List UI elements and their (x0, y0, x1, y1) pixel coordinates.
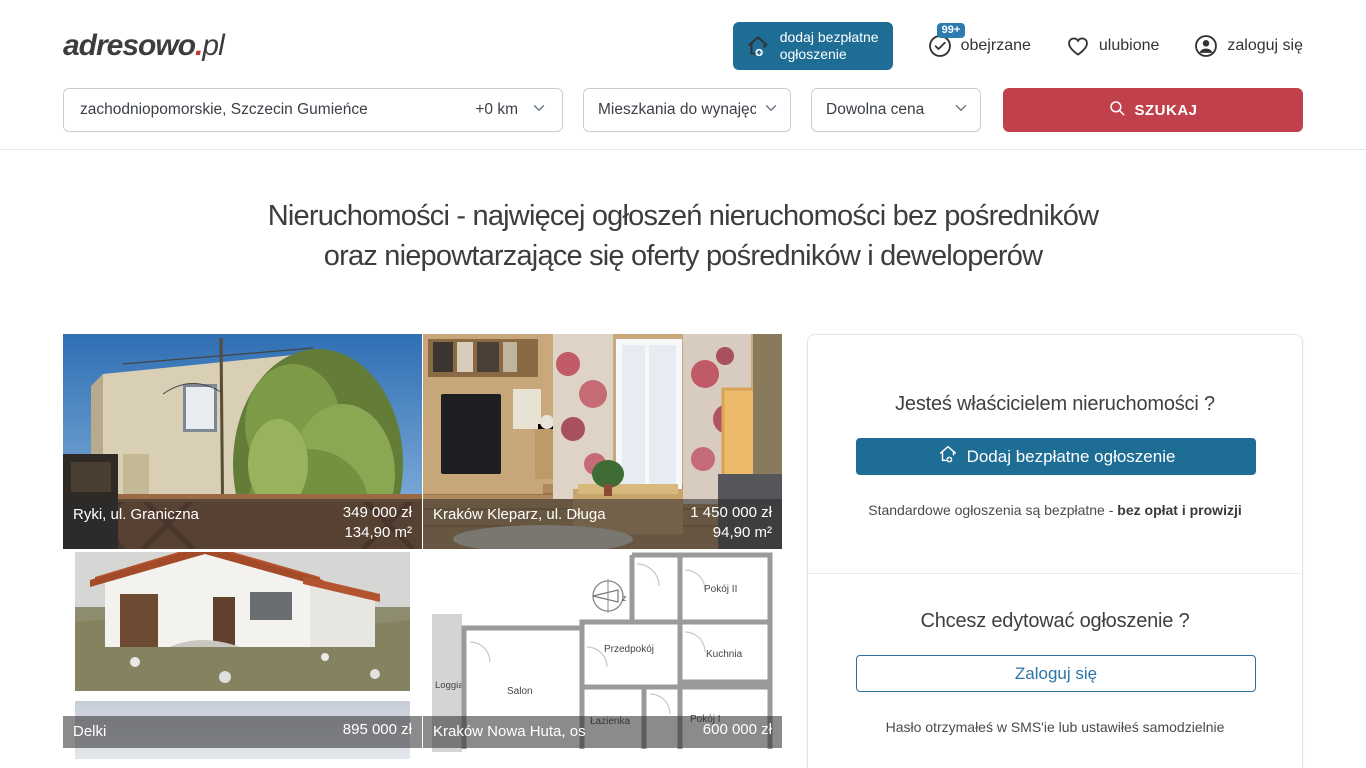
house-plus-icon (745, 33, 771, 59)
listing-overlay: Delki 895 000 zł (63, 716, 422, 748)
listings-grid: Ryki, ul. Graniczna 349 000 zł134,90 m² (63, 334, 782, 768)
nav-item-favorites[interactable]: ulubione (1065, 33, 1160, 59)
search-icon (1108, 99, 1126, 121)
edit-section: Chcesz edytować ogłoszenie ? Zaloguj się… (808, 574, 1302, 735)
listing-overlay: Ryki, ul. Graniczna 349 000 zł134,90 m² (63, 499, 422, 549)
room-label-pokoj2: Pokój II (704, 584, 737, 595)
page-title: Nieruchomości - najwięcej ogłoszeń nieru… (0, 196, 1366, 276)
price-value: Dowolna cena (826, 101, 924, 119)
add-free-listing-button[interactable]: Dodaj bezpłatne ogłoszenie (856, 438, 1256, 475)
listing-location: Kraków Kleparz, ul. Długa (433, 503, 606, 525)
search-button[interactable]: SZUKAJ (1003, 88, 1303, 132)
chevron-down-icon (762, 99, 780, 122)
listing-price: 895 000 zł (343, 720, 412, 740)
nav-item-viewed[interactable]: 99+ obejrzane (927, 33, 1031, 59)
photo-frame (63, 552, 422, 691)
check-circle-icon: 99+ (927, 33, 953, 59)
add-listing-button[interactable]: dodaj bezpłatneogłoszenie (733, 22, 893, 70)
nav-item-login[interactable]: zaloguj się (1193, 33, 1303, 59)
listing-location: Kraków Nowa Huta, os (433, 720, 586, 742)
edit-heading: Chcesz edytować ogłoszenie ? (856, 610, 1254, 633)
listing-tile[interactable] (63, 552, 422, 698)
chevron-down-icon (952, 99, 970, 122)
listing-tile[interactable]: Delki 895 000 zł (63, 701, 422, 768)
listing-tile[interactable]: Loggia (423, 552, 782, 759)
viewed-count-badge: 99+ (937, 23, 966, 38)
listing-price: 600 000 zł (703, 720, 772, 740)
viewed-label: obejrzane (961, 37, 1031, 55)
listing-location: Delki (73, 720, 106, 742)
login-button[interactable]: Zaloguj się (856, 655, 1256, 692)
price-select[interactable]: Dowolna cena (811, 88, 981, 132)
add-listing-label: dodaj bezpłatneogłoszenie (780, 29, 879, 63)
listing-photo-white-house (75, 552, 410, 691)
edit-note: Hasło otrzymałeś w SMS'ie lub ustawiłeś … (856, 719, 1254, 735)
owner-panel: Jesteś właścicielem nieruchomości ? Doda… (807, 334, 1303, 768)
header-nav: dodaj bezpłatneogłoszenie 99+ obejrzane … (733, 22, 1303, 70)
header-divider (0, 149, 1366, 150)
grid-column-right: Kraków Kleparz, ul. Długa 1 450 000 zł94… (423, 334, 782, 768)
house-plus-icon (937, 443, 959, 470)
login-label: zaloguj się (1227, 37, 1303, 55)
chevron-down-icon (530, 99, 548, 122)
property-type-value: Mieszkania do wynajęc (598, 101, 756, 119)
listing-tile[interactable]: Ryki, ul. Graniczna 349 000 zł134,90 m² (63, 334, 422, 549)
room-label-loggia: Loggia (435, 680, 464, 691)
owner-heading: Jesteś właścicielem nieruchomości ? (856, 393, 1254, 416)
listing-location: Ryki, ul. Graniczna (73, 503, 199, 525)
compass-label: z (622, 593, 627, 603)
listing-price: 349 000 zł (343, 503, 412, 523)
property-type-select[interactable]: Mieszkania do wynajęc (583, 88, 791, 132)
listing-overlay: Kraków Kleparz, ul. Długa 1 450 000 zł94… (423, 499, 782, 549)
listing-area: 94,90 m² (690, 523, 772, 543)
radius-value[interactable]: +0 km (475, 101, 518, 119)
main-content: Ryki, ul. Graniczna 349 000 zł134,90 m² (63, 334, 1303, 768)
header: adresowo.pl dodaj bezpłatneogłoszenie 99… (0, 0, 1366, 88)
listing-price: 1 450 000 zł (690, 503, 772, 523)
favorites-label: ulubione (1099, 37, 1160, 55)
listing-area: 134,90 m² (343, 523, 412, 543)
site-logo[interactable]: adresowo.pl (63, 29, 224, 63)
owner-section: Jesteś właścicielem nieruchomości ? Doda… (808, 335, 1302, 518)
user-circle-icon (1193, 33, 1219, 59)
room-label-przedpokoj: Przedpokój (604, 644, 654, 655)
room-label-kuchnia: Kuchnia (706, 649, 743, 660)
room-label-salon: Salon (507, 686, 533, 697)
add-free-listing-label: Dodaj bezpłatne ogłoszenie (967, 447, 1176, 467)
grid-column-left: Ryki, ul. Graniczna 349 000 zł134,90 m² (63, 334, 422, 768)
owner-note: Standardowe ogłoszenia są bezpłatne - be… (856, 502, 1254, 518)
logo-text: adresowo (63, 29, 195, 62)
search-bar: zachodniopomorskie, Szczecin Gumieńce +0… (0, 88, 1366, 132)
logo-tld: pl (202, 29, 223, 62)
location-input[interactable]: zachodniopomorskie, Szczecin Gumieńce +0… (63, 88, 563, 132)
heart-icon (1065, 33, 1091, 59)
search-button-label: SZUKAJ (1134, 102, 1197, 119)
listing-tile[interactable]: Kraków Kleparz, ul. Długa 1 450 000 zł94… (423, 334, 782, 549)
listing-overlay: Kraków Nowa Huta, os 600 000 zł (423, 716, 782, 748)
location-value: zachodniopomorskie, Szczecin Gumieńce (80, 101, 368, 119)
